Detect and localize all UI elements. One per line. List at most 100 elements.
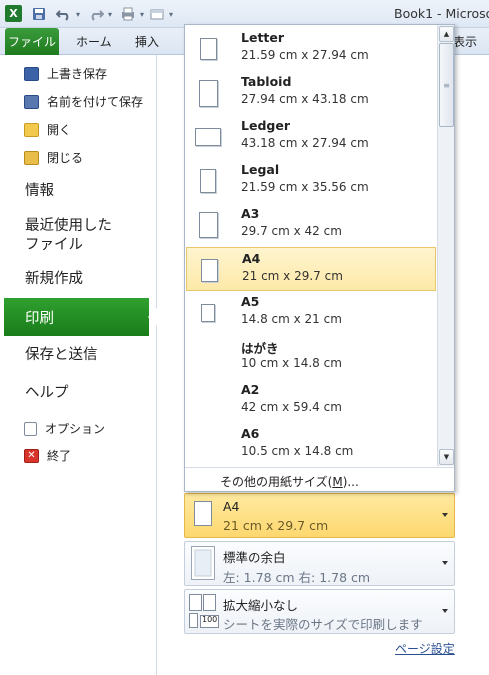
- scrollbar-thumb[interactable]: ≡: [439, 43, 454, 127]
- folder-open-icon: [24, 122, 39, 137]
- nav-print[interactable]: 印刷: [4, 298, 149, 336]
- nav-save-send[interactable]: 保存と送信: [25, 346, 98, 365]
- paper-size-option[interactable]: A4 21 cm x 29.7 cm: [186, 247, 436, 291]
- nav-close[interactable]: 閉じる: [24, 149, 83, 166]
- nav-help[interactable]: ヘルプ: [25, 384, 69, 403]
- chevron-down-icon: [442, 609, 448, 613]
- paper-size-name: Tabloid: [241, 74, 292, 89]
- paper-icon: [199, 38, 217, 60]
- paper-size-subtitle: 21 cm x 29.7 cm: [223, 518, 329, 533]
- scrollbar[interactable]: ▲ ≡ ▼: [437, 25, 454, 466]
- chevron-down-icon: [442, 513, 448, 517]
- margins-icon: [191, 546, 215, 580]
- nav-save-as[interactable]: 名前を付けて保存: [24, 93, 143, 110]
- margins-selector[interactable]: 標準の余白 左: 1.78 cm 右: 1.78 cm: [184, 541, 455, 586]
- paper-size-dimensions: 27.94 cm x 43.18 cm: [241, 92, 369, 106]
- paper-size-dropdown: Letter 21.59 cm x 27.94 cm Tabloid 27.94 cm…: [184, 24, 455, 492]
- paper-icon: [201, 304, 215, 322]
- paper-size-name: Legal: [241, 162, 280, 177]
- paper-size-option[interactable]: Letter 21.59 cm x 27.94 cm: [186, 27, 436, 71]
- tab-insert[interactable]: 挿入: [135, 33, 159, 50]
- paper-size-name: A4: [242, 251, 261, 266]
- paper-size-name: A3: [241, 206, 260, 221]
- paper-size-name: Letter: [241, 30, 285, 45]
- paper-size-name: A5: [241, 294, 260, 309]
- nav-open[interactable]: 開く: [24, 121, 71, 138]
- margins-subtitle: 左: 1.78 cm 右: 1.78 cm: [223, 570, 371, 585]
- paper-size-dimensions: 10.5 cm x 14.8 cm: [241, 444, 354, 458]
- scaling-icon: [189, 594, 219, 628]
- nav-options-label: オプション: [45, 422, 106, 436]
- paper-size-dimensions: 43.18 cm x 27.94 cm: [241, 136, 369, 150]
- nav-exit[interactable]: ✕ 終了: [24, 447, 71, 464]
- selected-pointer: [148, 308, 157, 326]
- save-icon: [24, 66, 39, 81]
- nav-exit-label: 終了: [47, 449, 72, 463]
- nav-recent[interactable]: 最近使用した ファイル: [25, 217, 112, 255]
- redo-dropdown-icon[interactable]: ▾: [106, 6, 114, 22]
- paper-icon: [198, 79, 218, 107]
- undo-icon[interactable]: [54, 6, 74, 22]
- paper-size-option[interactable]: Legal 21.59 cm x 35.56 cm: [186, 159, 436, 203]
- tab-file[interactable]: ファイル: [5, 28, 59, 55]
- paper-size-option[interactable]: A6 10.5 cm x 14.8 cm: [186, 423, 436, 466]
- paper-size-dimensions: 21 cm x 29.7 cm: [242, 269, 343, 283]
- paper-size-dimensions: 42 cm x 59.4 cm: [241, 400, 342, 414]
- customize-quick-access-icon[interactable]: ▾: [167, 6, 175, 22]
- scroll-down-icon[interactable]: ▼: [439, 449, 454, 465]
- paper-size-option[interactable]: A2 42 cm x 59.4 cm: [186, 379, 436, 423]
- paper-size-name: Ledger: [241, 118, 290, 133]
- paper-icon: [195, 128, 221, 146]
- nav-info[interactable]: 情報: [25, 182, 54, 201]
- paper-size-dimensions: 14.8 cm x 21 cm: [241, 312, 342, 326]
- paper-size-option[interactable]: Tabloid 27.94 cm x 43.18 cm: [186, 71, 436, 115]
- paper-size-dimensions: 10 cm x 14.8 cm: [241, 356, 342, 370]
- paper-icon: [200, 258, 218, 282]
- chevron-down-icon: [442, 561, 448, 565]
- page-setup-link[interactable]: ページ設定: [395, 640, 455, 657]
- scaling-subtitle: シートを実際のサイズで印刷します: [223, 617, 423, 632]
- tab-view[interactable]: 表示: [453, 33, 477, 50]
- paper-size-name: はがき: [241, 341, 279, 356]
- paper-size-option[interactable]: はがき 10 cm x 14.8 cm: [186, 335, 436, 379]
- undo-dropdown-icon[interactable]: ▾: [74, 6, 82, 22]
- paper-size-title: A4: [223, 499, 240, 514]
- paper-size-name: A2: [241, 382, 260, 397]
- nav-save-label: 上書き保存: [47, 67, 108, 81]
- nav-save-as-label: 名前を付けて保存: [47, 95, 144, 109]
- nav-options[interactable]: オプション: [24, 420, 105, 437]
- nav-recent-line1: 最近使用した: [25, 218, 112, 234]
- paper-size-list: Letter 21.59 cm x 27.94 cm Tabloid 27.94 cm…: [185, 25, 437, 466]
- nav-recent-line2: ファイル: [25, 237, 83, 253]
- open-file-icon[interactable]: [148, 6, 166, 22]
- more-paper-sizes[interactable]: その他の用紙サイズ(M)...: [185, 467, 454, 491]
- print-dropdown-icon[interactable]: ▾: [138, 6, 146, 22]
- paper-size-name: A6: [241, 426, 260, 441]
- nav-save[interactable]: 上書き保存: [24, 65, 107, 82]
- paper-icon: [200, 169, 216, 193]
- window-title: Book1 - Microso: [394, 6, 489, 21]
- save-as-icon: [24, 94, 39, 109]
- margins-title: 標準の余白: [223, 550, 286, 565]
- nav-open-label: 開く: [47, 123, 72, 137]
- paper-size-option[interactable]: Ledger 43.18 cm x 27.94 cm: [186, 115, 436, 159]
- scaling-badge: 100: [202, 615, 218, 624]
- print-preview-icon[interactable]: [118, 6, 138, 22]
- paper-icon: [194, 501, 212, 526]
- paper-size-selector[interactable]: A4 21 cm x 29.7 cm: [184, 493, 455, 538]
- scaling-selector[interactable]: 100 拡大縮小なし シートを実際のサイズで印刷します: [184, 589, 455, 634]
- nav-close-label: 閉じる: [47, 151, 84, 165]
- folder-close-icon: [24, 150, 39, 165]
- more-paper-sizes-label: その他の用紙サイズ(M)...: [220, 475, 359, 489]
- tab-home[interactable]: ホーム: [76, 33, 112, 50]
- nav-new[interactable]: 新規作成: [25, 270, 83, 289]
- redo-icon[interactable]: [86, 6, 106, 22]
- save-icon[interactable]: [31, 6, 47, 22]
- options-icon: [24, 421, 37, 436]
- excel-logo-icon: X: [5, 5, 22, 22]
- scaling-title: 拡大縮小なし: [223, 598, 299, 613]
- paper-size-option[interactable]: A3 29.7 cm x 42 cm: [186, 203, 436, 247]
- scroll-up-icon[interactable]: ▲: [439, 26, 454, 42]
- paper-size-option[interactable]: A5 14.8 cm x 21 cm: [186, 291, 436, 335]
- excel-backstage-window: X ▾ ▾ ▾ ▾ Book1 - Microso ファイル ホーム 挿入 表示: [0, 0, 489, 675]
